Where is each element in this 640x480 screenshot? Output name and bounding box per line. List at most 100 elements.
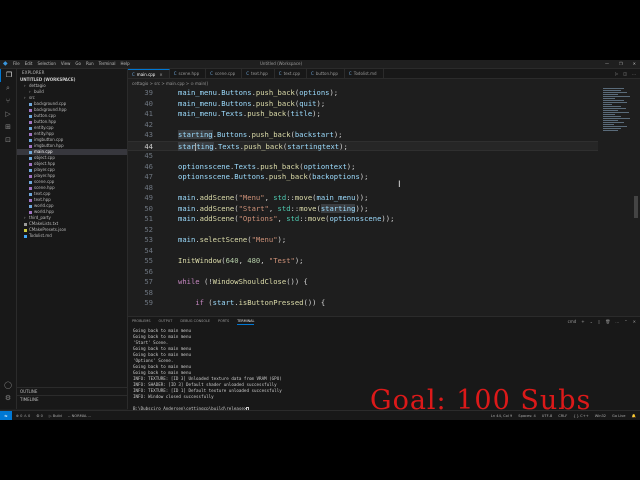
minimap-line	[603, 92, 627, 93]
status-item[interactable]: ⚙ 0	[36, 411, 43, 420]
run-debug-icon[interactable]: ▷	[0, 108, 16, 121]
close-icon[interactable]: ✕	[633, 60, 636, 68]
code-line[interactable]: 43 starting.Buttons.push_back(backstart);	[128, 130, 598, 140]
file-icon	[24, 234, 27, 238]
code-line[interactable]: 46 optionsscene.Texts.push_back(optiontex…	[128, 162, 598, 172]
line-number: 55	[144, 256, 153, 265]
menu-go[interactable]: Go	[75, 60, 81, 68]
panel-tab-terminal[interactable]: TERMINAL	[237, 318, 255, 325]
tab-todolist-md[interactable]: C Todolist.md	[345, 69, 384, 78]
settings-gear-icon[interactable]: ⚙	[0, 392, 16, 405]
code-line[interactable]: 51 main.addScene("Options", std::move(opt…	[128, 214, 598, 224]
minimize-icon[interactable]: —	[605, 60, 609, 68]
panel-action-icon[interactable]: …	[615, 318, 619, 325]
menu-run[interactable]: Run	[86, 60, 94, 68]
code-line[interactable]: 52	[128, 225, 598, 235]
code-text: main.selectScene("Menu");	[178, 235, 286, 245]
panel-tab-problems[interactable]: PROBLEMS	[132, 318, 151, 325]
code-token: 640	[225, 256, 239, 265]
code-line[interactable]: 57 while (!WindowShouldClose()) {	[128, 277, 598, 287]
menu-help[interactable]: Help	[121, 60, 130, 68]
code-line[interactable]: 49 main.addScene("Menu", std::move(main_m…	[128, 193, 598, 203]
source-control-icon[interactable]: ⑂	[0, 95, 16, 108]
minimap-line	[603, 112, 629, 113]
extensions-icon[interactable]: ⊞	[0, 121, 16, 134]
code-line[interactable]: 45	[128, 151, 598, 161]
file-icon	[29, 114, 32, 118]
status-item[interactable]: Win32	[595, 411, 606, 420]
panel-action-icon[interactable]: ⌃	[624, 318, 627, 325]
panel-action-icon[interactable]: cmd	[568, 318, 577, 325]
code-line[interactable]: 59 if (start.isButtonPressed()) {	[128, 298, 598, 308]
minimap[interactable]	[603, 88, 633, 148]
tab-label: main.cpp	[136, 72, 156, 77]
search-icon[interactable]: ⌕	[0, 82, 16, 95]
code-line[interactable]: 41 main_menu.Texts.push_back(title);	[128, 109, 598, 119]
code-line[interactable]: 48	[128, 183, 598, 193]
code-line[interactable]: 55 InitWindow(640, 480, "Test");	[128, 256, 598, 266]
code-line[interactable]: 58	[128, 288, 598, 298]
remote-indicator-icon[interactable]: ⇋	[0, 411, 12, 420]
code-line[interactable]: 39 main_menu.Buttons.push_back(options);	[128, 88, 598, 98]
code-line[interactable]: 42	[128, 120, 598, 130]
scroll-thumb[interactable]	[634, 196, 638, 218]
file-tree-item[interactable]: Todolist.md	[17, 233, 127, 239]
panel-action-icon[interactable]: ▯	[598, 318, 600, 325]
line-number: 49	[144, 193, 153, 202]
status-item[interactable]: ▷ Build	[49, 411, 62, 420]
panel-action-icon[interactable]: ✕	[633, 318, 636, 325]
menu-view[interactable]: View	[61, 60, 71, 68]
code-token: main	[178, 193, 196, 202]
status-item[interactable]: Go Live	[612, 411, 625, 420]
status-item[interactable]: 🔔	[632, 411, 636, 420]
panel-tabs: PROBLEMS OUTPUT DEBUG CONSOLE PORTS TERMINAL	[132, 318, 255, 325]
code-line[interactable]: 44 starting.Texts.push_back(startingtext)…	[128, 140, 598, 151]
tab-main-cpp[interactable]: Cmain.cpp ×	[128, 69, 170, 78]
panel-tab-ports[interactable]: PORTS	[218, 318, 229, 325]
panel-tab-debug-console[interactable]: DEBUG CONSOLE	[180, 318, 210, 325]
remote-icon[interactable]: ⊡	[0, 134, 16, 147]
code-token: );	[329, 88, 339, 97]
tab-scene-hpp[interactable]: Cscene.hpp	[170, 69, 207, 78]
menu-selection[interactable]: Selection	[37, 60, 55, 68]
status-item[interactable]: ⊗ 0 ⚠ 0	[16, 411, 30, 420]
tab-text-hpp[interactable]: Ctext.hpp	[242, 69, 275, 78]
code-line[interactable]: 40 main_menu.Buttons.push_back(quit);	[128, 99, 598, 109]
panel-action-icon[interactable]: 🗑	[605, 318, 610, 325]
code-editor[interactable]: 39 main_menu.Buttons.push_back(options); 4…	[128, 88, 598, 314]
tab-scene-cpp[interactable]: Cscene.cpp	[206, 69, 243, 78]
code-text: starting.Buttons.push_back(backstart);	[178, 130, 342, 140]
tab-button-hpp[interactable]: Cbutton.hpp	[307, 69, 345, 78]
code-line[interactable]: 50 main.addScene("Start", std::move(start…	[128, 203, 598, 214]
editor-scrollbar[interactable]	[634, 88, 638, 314]
breadcrumb[interactable]: cettagio > src > main.cpp > ⊙ main()	[132, 80, 208, 87]
files-icon[interactable]: ❐	[0, 69, 17, 82]
status-item[interactable]: -- NORMAL --	[68, 411, 91, 420]
outline-section[interactable]: OUTLINE	[17, 387, 127, 394]
code-line[interactable]: 53 main.selectScene("Menu");	[128, 235, 598, 245]
run-file-icon[interactable]: ▷	[615, 69, 618, 78]
menu-edit[interactable]: Edit	[25, 60, 33, 68]
menu-file[interactable]: File	[13, 60, 20, 68]
split-editor-icon[interactable]: ◫	[623, 69, 627, 78]
tab-text-cpp[interactable]: Ctext.cpp	[275, 69, 308, 78]
file-icon	[24, 228, 27, 232]
panel-action-icon[interactable]: ⌄	[590, 318, 593, 325]
more-actions-icon[interactable]: …	[632, 69, 636, 78]
maximize-icon[interactable]: ❐	[619, 60, 623, 68]
code-line[interactable]: 56	[128, 267, 598, 277]
code-line[interactable]: 47 optionsscene.Buttons.push_back(backopt…	[128, 172, 598, 182]
panel-action-icon[interactable]: +	[581, 318, 584, 325]
minimap-line	[603, 88, 624, 89]
close-tab-icon[interactable]: ×	[159, 72, 162, 77]
code-token: Buttons	[221, 88, 252, 97]
code-text: optionsscene.Texts.push_back(optiontext)…	[178, 162, 355, 172]
minimap-line	[603, 130, 618, 131]
file-tree-label: text.cpp	[34, 191, 51, 196]
panel-tab-output[interactable]: OUTPUT	[159, 318, 173, 325]
timeline-section[interactable]: TIMELINE	[17, 395, 127, 402]
account-icon[interactable]: ◯	[0, 379, 16, 392]
menu-terminal[interactable]: Terminal	[99, 60, 116, 68]
code-text: main.addScene("Options", std::move(optio…	[178, 214, 394, 224]
code-line[interactable]: 54	[128, 246, 598, 256]
